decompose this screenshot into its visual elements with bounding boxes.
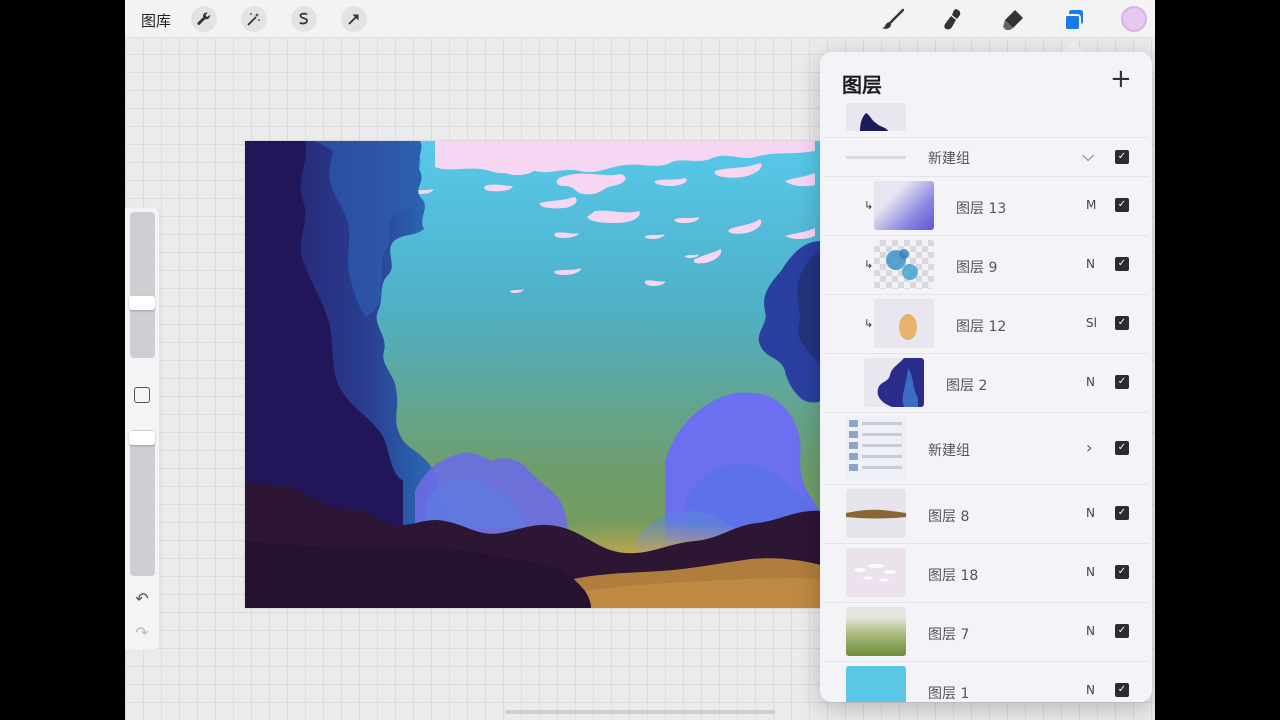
layer-name: 图层 12 [956,319,1007,335]
layer-thumbnail [846,548,906,597]
layer-row[interactable]: 图层 1 N ✓ [824,661,1148,702]
layer-name: 图层 13 [956,201,1007,217]
group-line [846,156,906,159]
plus-icon[interactable]: + [1110,66,1132,92]
layer-thumbnail [874,181,934,230]
blend-mode-label[interactable]: Sl [1086,316,1097,330]
top-toolbar: 图库 [125,0,1155,38]
visibility-checkbox[interactable]: ✓ [1115,506,1129,520]
layer-thumbnail [846,666,906,702]
eraser-icon[interactable] [999,6,1027,34]
blend-mode-label[interactable]: N [1086,506,1095,520]
wrench-icon[interactable] [191,6,217,32]
layer-row[interactable]: 新建组 ⌵ ✓ [824,137,1148,176]
visibility-checkbox[interactable]: ✓ [1115,565,1129,579]
visibility-checkbox[interactable]: ✓ [1115,683,1129,697]
home-indicator [505,710,775,714]
procreate-app: 图库 ↶ ↷ 图层 + 新建组 ⌵ ✓ ↳ 图层 13 M ✓ ↳ 图层 9 N… [125,0,1155,720]
visibility-checkbox[interactable]: ✓ [1115,150,1129,164]
layer-thumbnail [846,607,906,656]
blend-mode-label[interactable]: M [1086,198,1096,212]
sidebar: ↶ ↷ [125,208,159,650]
layer-thumbnail [874,299,934,348]
layer-row[interactable]: ↳ 图层 9 N ✓ [824,235,1148,294]
layer-thumbnail [846,489,906,538]
brush-icon[interactable] [879,6,907,34]
selection-icon[interactable] [291,6,317,32]
drawing-canvas[interactable] [245,141,821,608]
blend-mode-label[interactable]: N [1086,624,1095,638]
blend-mode-label[interactable]: N [1086,565,1095,579]
visibility-checkbox[interactable]: ✓ [1115,441,1129,455]
layer-row[interactable]: 图层 7 N ✓ [824,602,1148,661]
layer-name: 新建组 [928,151,970,167]
chevron-right-icon[interactable]: › [1086,438,1092,457]
visibility-checkbox[interactable]: ✓ [1115,375,1129,389]
blend-mode-label[interactable]: N [1086,683,1095,697]
magic-wand-icon[interactable] [241,6,267,32]
layers-panel: 图层 + 新建组 ⌵ ✓ ↳ 图层 13 M ✓ ↳ 图层 9 N ✓ ↳ 图层… [820,52,1152,702]
layer-row[interactable]: 图层 2 N ✓ [824,353,1148,412]
visibility-checkbox[interactable]: ✓ [1115,316,1129,330]
layer-row[interactable]: 图层 18 N ✓ [824,543,1148,602]
smudge-icon[interactable] [939,6,967,34]
layer-row[interactable]: 图层 8 N ✓ [824,484,1148,543]
layer-row[interactable]: ↳ 图层 13 M ✓ [824,176,1148,235]
layer-name: 图层 7 [928,627,970,643]
group-thumbnail [846,416,906,480]
clipping-mask-icon: ↳ [864,199,874,212]
clipping-mask-icon: ↳ [864,317,874,330]
undo-icon[interactable]: ↶ [133,590,151,608]
layer-thumbnail [846,103,906,131]
layers-icon[interactable] [1060,6,1088,34]
chevron-down-icon[interactable]: ⌵ [1082,146,1094,166]
gallery-button[interactable]: 图库 [141,10,171,31]
visibility-checkbox[interactable]: ✓ [1115,257,1129,271]
layer-name: 图层 18 [928,568,979,584]
layer-thumbnail [864,358,924,407]
layers-panel-title: 图层 [842,73,882,97]
color-picker-swatch[interactable] [1121,6,1147,32]
layer-name: 图层 8 [928,509,970,525]
layer-name: 图层 9 [956,260,998,276]
opacity-slider[interactable] [130,430,155,576]
transform-icon[interactable] [341,6,367,32]
brush-size-handle[interactable] [129,296,155,310]
opacity-handle[interactable] [129,431,155,445]
modify-square-icon[interactable] [134,387,150,403]
visibility-checkbox[interactable]: ✓ [1115,624,1129,638]
brush-size-slider[interactable] [130,212,155,358]
blend-mode-label[interactable]: N [1086,257,1095,271]
layer-row[interactable]: 新建组 › ✓ [824,412,1148,484]
blend-mode-label[interactable]: N [1086,375,1095,389]
layer-row-partial[interactable] [824,99,1148,137]
clipping-mask-icon: ↳ [864,258,874,271]
layer-thumbnail [874,240,934,289]
visibility-checkbox[interactable]: ✓ [1115,198,1129,212]
redo-icon[interactable]: ↷ [133,624,151,642]
layer-name: 图层 2 [946,378,988,394]
layer-name: 新建组 [928,443,970,459]
layer-name: 图层 1 [928,686,970,702]
layer-row[interactable]: ↳ 图层 12 Sl ✓ [824,294,1148,353]
